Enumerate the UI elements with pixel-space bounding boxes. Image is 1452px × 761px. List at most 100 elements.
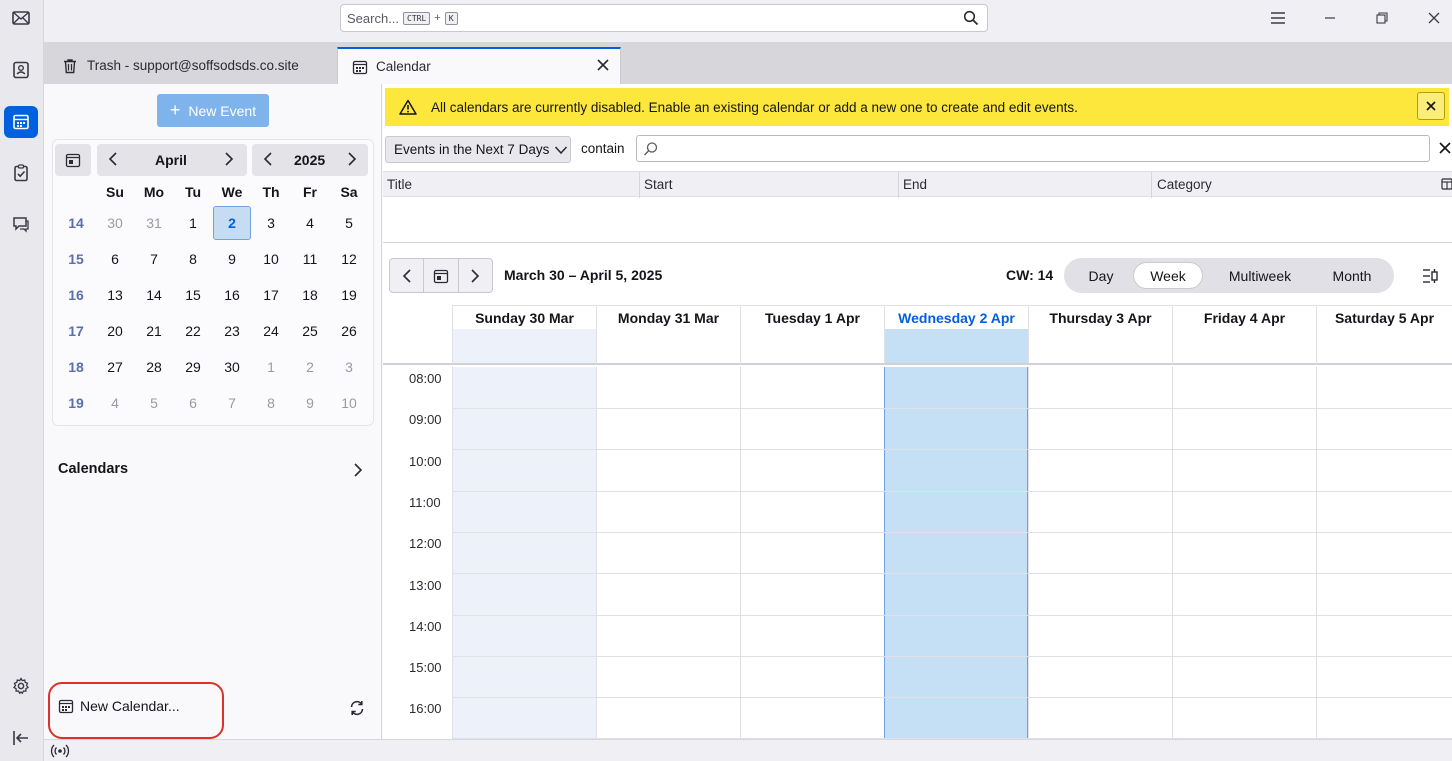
allday-cell[interactable]: [1172, 329, 1316, 365]
today-view-button[interactable]: [424, 259, 459, 292]
mini-month-day[interactable]: 20: [96, 314, 134, 348]
mini-month-day[interactable]: 1: [252, 350, 290, 384]
online-status-button[interactable]: [50, 743, 70, 761]
day-header[interactable]: Saturday 5 Apr: [1316, 305, 1452, 329]
new-event-button[interactable]: + New Event: [157, 94, 269, 127]
allday-cell[interactable]: [596, 329, 740, 365]
mini-month-day[interactable]: 24: [252, 314, 290, 348]
mini-month-day[interactable]: 21: [135, 314, 173, 348]
mail-space-button[interactable]: [4, 2, 38, 34]
column-category[interactable]: Category: [1157, 177, 1212, 192]
mini-month-day[interactable]: 11: [291, 242, 329, 276]
mini-month-day[interactable]: 14: [135, 278, 173, 312]
mini-month-day[interactable]: 31: [135, 206, 173, 240]
column-end[interactable]: End: [903, 177, 927, 192]
mini-month-today[interactable]: 2: [213, 206, 251, 240]
previous-month-button[interactable]: [107, 151, 119, 170]
today-button[interactable]: [55, 144, 91, 176]
view-multiweek-button[interactable]: Multiweek: [1212, 262, 1308, 289]
calendar-space-button[interactable]: [4, 106, 38, 138]
settings-button[interactable]: [4, 670, 38, 702]
mini-month-day[interactable]: 28: [135, 350, 173, 384]
day-header[interactable]: Wednesday 2 Apr: [884, 305, 1028, 329]
mini-month-day[interactable]: 9: [291, 386, 329, 420]
view-options-button[interactable]: [1421, 267, 1439, 288]
mini-month-day[interactable]: 27: [96, 350, 134, 384]
refresh-calendars-button[interactable]: [348, 699, 366, 720]
mini-month-day[interactable]: 13: [96, 278, 134, 312]
day-column[interactable]: [1028, 367, 1172, 739]
address-book-space-button[interactable]: [4, 54, 38, 86]
day-header[interactable]: Sunday 30 Mar: [452, 305, 596, 329]
close-window-button[interactable]: [1422, 8, 1446, 28]
mini-month-day[interactable]: 3: [252, 206, 290, 240]
mini-month-day[interactable]: 8: [174, 242, 212, 276]
day-header[interactable]: Monday 31 Mar: [596, 305, 740, 329]
mini-month-day[interactable]: 17: [252, 278, 290, 312]
event-filter-select[interactable]: Events in the Next 7 Days: [385, 136, 571, 163]
mini-month-day[interactable]: 4: [96, 386, 134, 420]
allday-cell[interactable]: [740, 329, 884, 365]
next-month-button[interactable]: [223, 151, 235, 170]
mini-month-day[interactable]: 19: [330, 278, 368, 312]
mini-month-day[interactable]: 2: [291, 350, 329, 384]
mini-month-day[interactable]: 4: [291, 206, 329, 240]
day-header[interactable]: Friday 4 Apr: [1172, 305, 1316, 329]
collapse-spaces-button[interactable]: [4, 722, 38, 754]
tab-calendar[interactable]: Calendar: [337, 47, 621, 84]
new-calendar-button[interactable]: New Calendar...: [58, 698, 180, 714]
allday-cell[interactable]: [884, 329, 1028, 365]
day-header[interactable]: Thursday 3 Apr: [1028, 305, 1172, 329]
mini-month-day[interactable]: 7: [135, 242, 173, 276]
column-start[interactable]: Start: [644, 177, 673, 192]
day-column[interactable]: [452, 367, 596, 739]
mini-month-day[interactable]: 6: [174, 386, 212, 420]
close-tab-button[interactable]: [596, 58, 610, 75]
day-column[interactable]: [740, 367, 884, 739]
event-list[interactable]: [383, 197, 1452, 243]
calendars-expand-button[interactable]: [352, 462, 364, 481]
column-picker-button[interactable]: [1441, 178, 1452, 193]
calendars-section-header[interactable]: Calendars: [58, 461, 128, 477]
mini-month-day[interactable]: 10: [252, 242, 290, 276]
day-column[interactable]: [1316, 367, 1452, 739]
view-month-button[interactable]: Month: [1316, 262, 1388, 289]
mini-month-day[interactable]: 6: [96, 242, 134, 276]
allday-cell[interactable]: [1028, 329, 1172, 365]
clear-filter-button[interactable]: [1439, 140, 1451, 156]
previous-year-button[interactable]: [262, 151, 274, 170]
mini-month-day[interactable]: 30: [213, 350, 251, 384]
next-year-button[interactable]: [346, 151, 358, 170]
day-column[interactable]: [596, 367, 740, 739]
mini-month-day[interactable]: 7: [213, 386, 251, 420]
mini-month-day[interactable]: 16: [213, 278, 251, 312]
mini-month-day[interactable]: 12: [330, 242, 368, 276]
mini-month-day[interactable]: 9: [213, 242, 251, 276]
global-search-input[interactable]: Search... CTRL + K: [340, 4, 988, 32]
mini-month-day[interactable]: 18: [291, 278, 329, 312]
previous-week-button[interactable]: [390, 259, 425, 292]
tab-trash[interactable]: Trash - support@soffsodsds.co.site: [48, 47, 332, 84]
allday-cell[interactable]: [1316, 329, 1452, 365]
mini-month-day[interactable]: 25: [291, 314, 329, 348]
mini-month-day[interactable]: 5: [135, 386, 173, 420]
app-menu-button[interactable]: [1266, 8, 1290, 28]
mini-month-day[interactable]: 30: [96, 206, 134, 240]
mini-month-day[interactable]: 5: [330, 206, 368, 240]
mini-month-day[interactable]: 3: [330, 350, 368, 384]
column-title[interactable]: Title: [387, 177, 412, 192]
mini-month-day[interactable]: 15: [174, 278, 212, 312]
next-week-button[interactable]: [459, 259, 492, 292]
day-header[interactable]: Tuesday 1 Apr: [740, 305, 884, 329]
mini-month-day[interactable]: 8: [252, 386, 290, 420]
dismiss-notification-button[interactable]: [1417, 92, 1445, 120]
view-week-button[interactable]: Week: [1133, 262, 1203, 289]
mini-month-day[interactable]: 1: [174, 206, 212, 240]
mini-month-day[interactable]: 23: [213, 314, 251, 348]
tasks-space-button[interactable]: [4, 157, 38, 189]
mini-month-day[interactable]: 10: [330, 386, 368, 420]
restore-button[interactable]: [1370, 8, 1394, 28]
allday-cell[interactable]: [452, 329, 596, 365]
day-column[interactable]: [884, 367, 1028, 739]
view-day-button[interactable]: Day: [1072, 262, 1130, 289]
